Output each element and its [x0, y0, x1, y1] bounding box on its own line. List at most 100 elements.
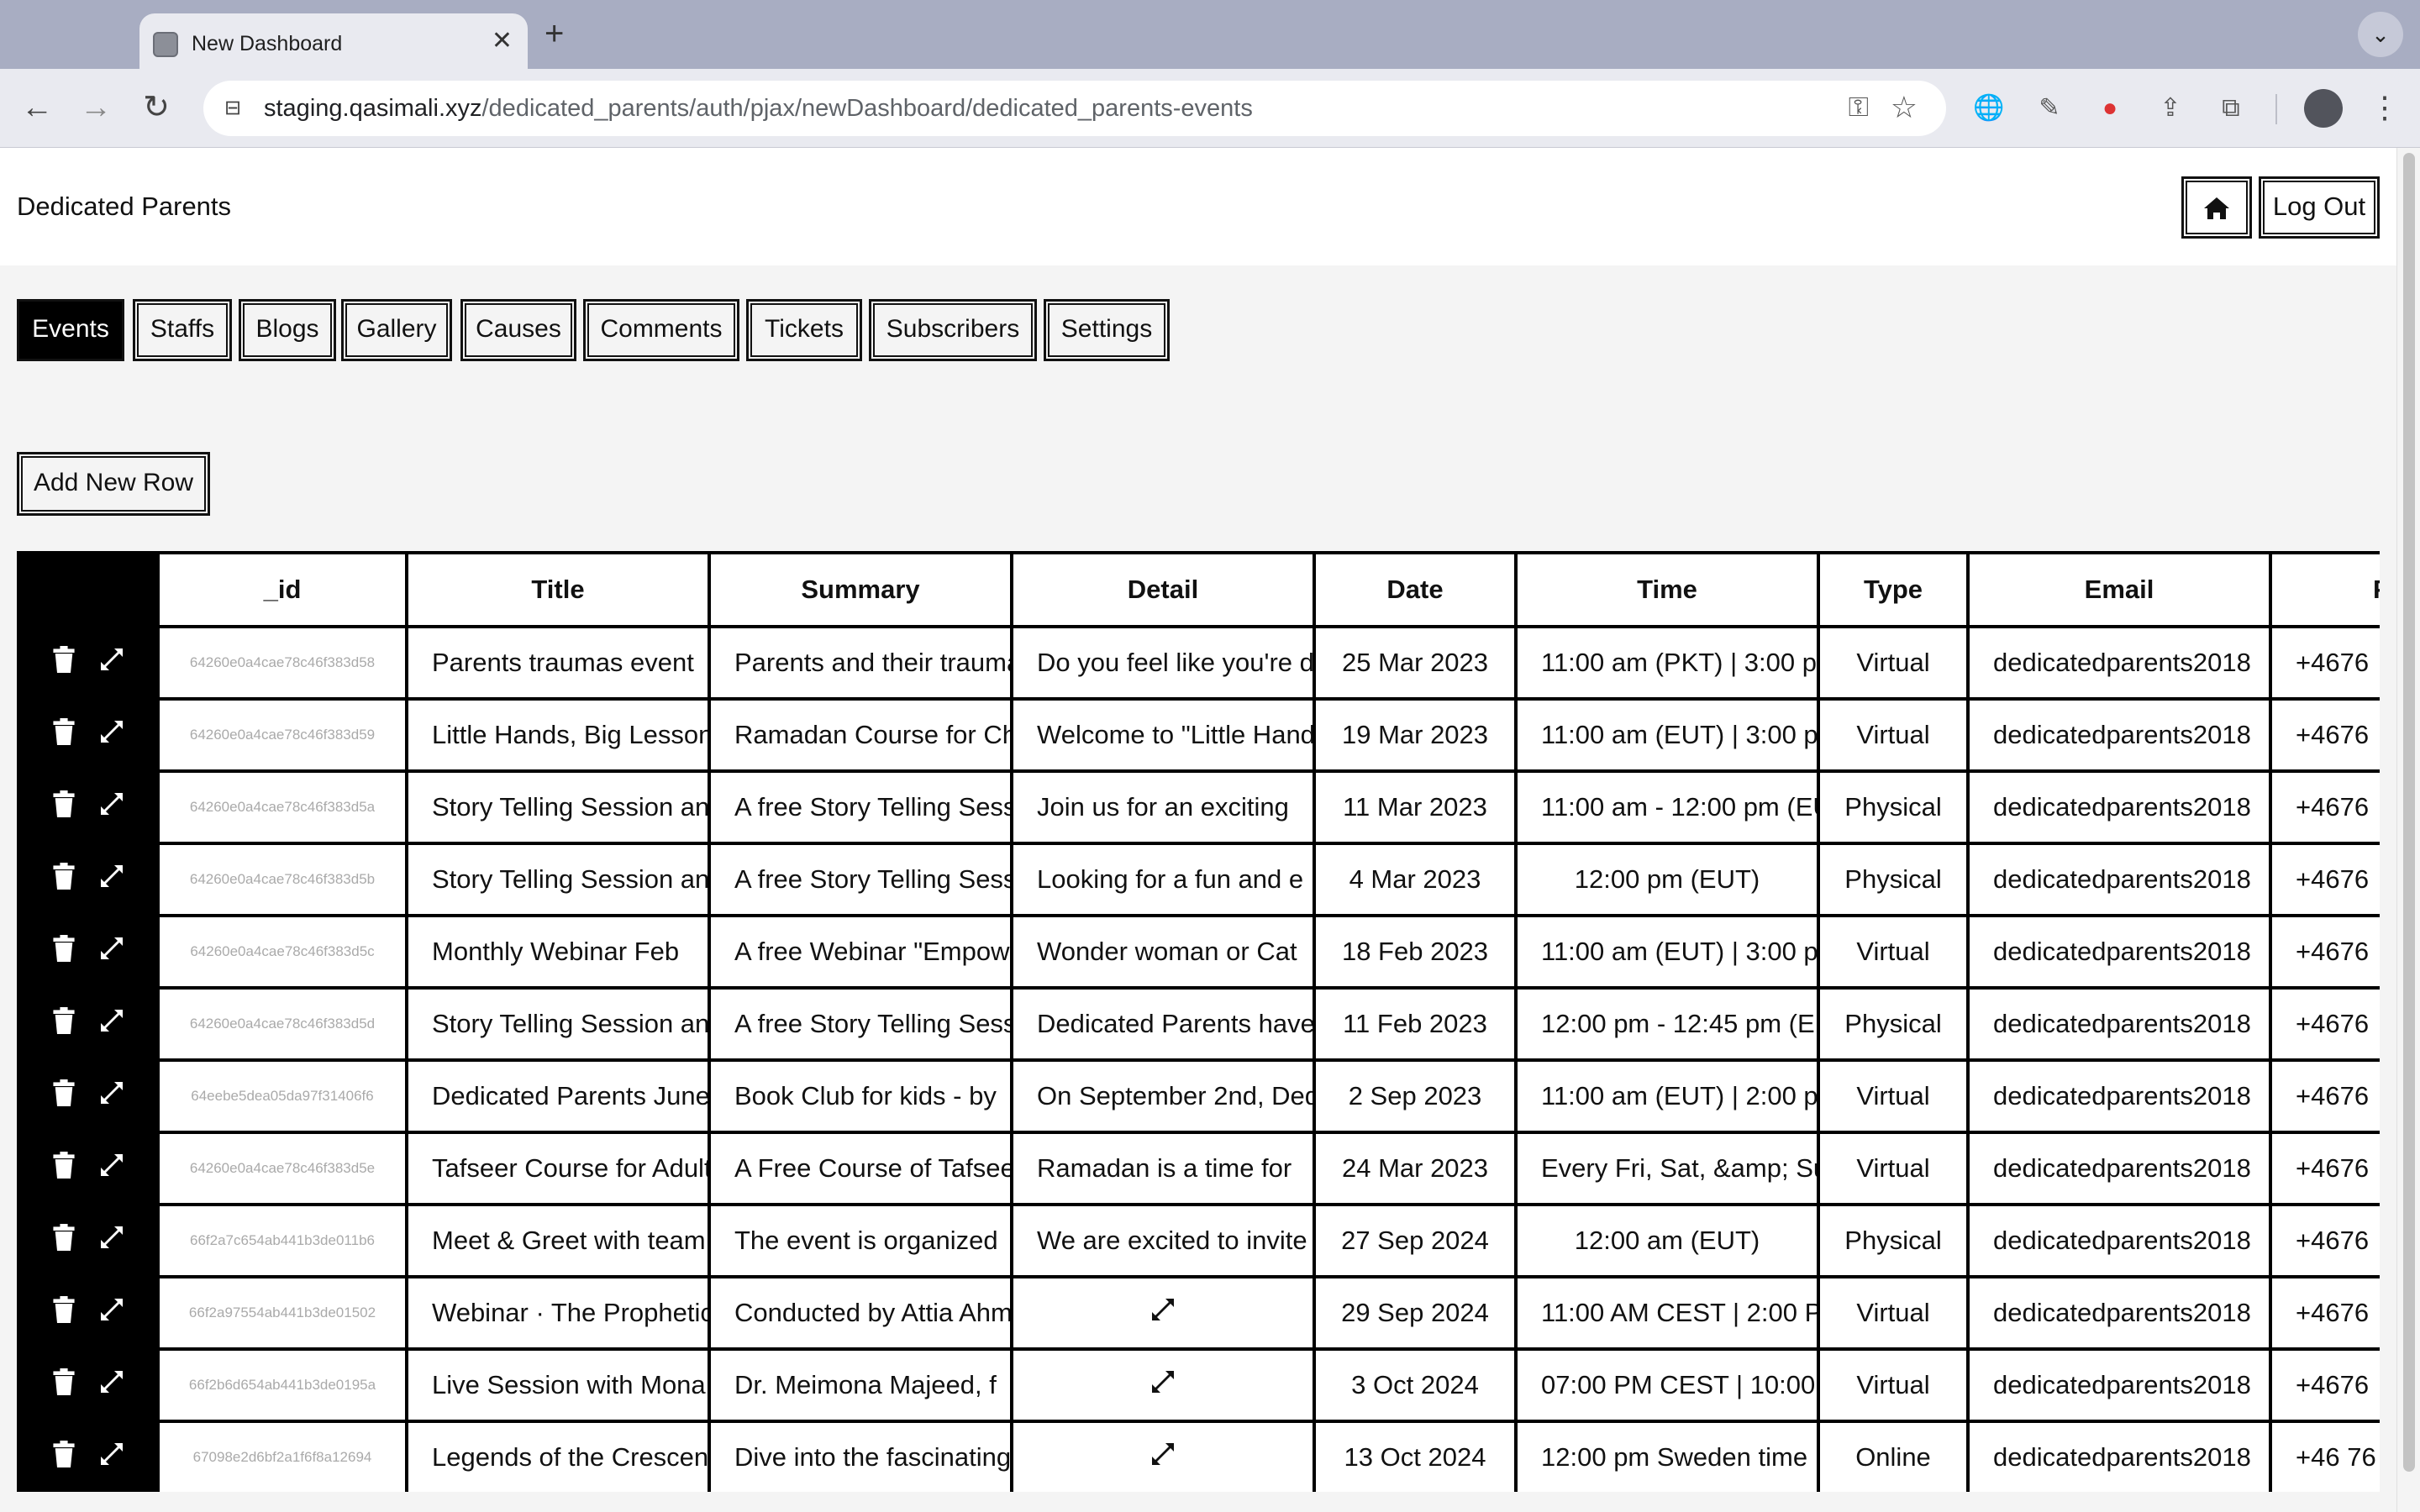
cell-title[interactable]: Monthly Webinar Feb [405, 914, 711, 990]
cell-detail[interactable]: Dedicated Parents have [1010, 986, 1316, 1062]
cell-id[interactable]: 64eebe5dea05da97f31406f6 [156, 1058, 408, 1134]
column-header-title[interactable]: Title [405, 551, 711, 628]
cell-summary[interactable]: Dr. Meimona Majeed, f [708, 1347, 1013, 1423]
cell-detail[interactable]: Join us for an exciting [1010, 769, 1316, 845]
cell-title[interactable]: Story Telling Session and [405, 769, 711, 845]
cell-time[interactable]: 12:00 pm (EUT) [1514, 842, 1820, 917]
cell-summary[interactable]: Ramadan Course for Children [708, 697, 1013, 773]
cell-summary[interactable]: The event is organized [708, 1203, 1013, 1278]
expand-row-icon[interactable] [98, 1368, 125, 1402]
cell-email[interactable]: dedicatedparents2018 [1966, 986, 2272, 1062]
cell-phone[interactable]: +4676 [2269, 842, 2380, 917]
delete-icon[interactable] [51, 1368, 76, 1402]
cell-detail[interactable]: We are excited to invite [1010, 1203, 1316, 1278]
cell-summary[interactable]: A free Story Telling Session [708, 769, 1013, 845]
cell-detail[interactable]: Wonder woman or Cat [1010, 914, 1316, 990]
expand-row-icon[interactable] [98, 935, 125, 969]
cell-phone[interactable]: +4676 [2269, 769, 2380, 845]
cell-date[interactable]: 29 Sep 2024 [1313, 1275, 1518, 1351]
cell-email[interactable]: dedicatedparents2018 [1966, 697, 2272, 773]
cell-type[interactable]: Virtual [1817, 625, 1970, 701]
delete-icon[interactable] [51, 646, 76, 680]
expand-row-icon[interactable] [98, 1296, 125, 1330]
extensions-puzzle-icon[interactable]: ⧉ [2215, 92, 2247, 124]
cell-title[interactable]: Little Hands, Big Lessons [405, 697, 711, 773]
table-row[interactable]: 64260e0a4cae78c46f383d58 Parents traumas … [17, 625, 2380, 701]
table-row[interactable]: 64260e0a4cae78c46f383d5c Monthly Webinar … [17, 914, 2380, 990]
new-tab-button[interactable]: + [544, 13, 564, 54]
pen-extension-icon[interactable]: ✎ [2033, 92, 2065, 124]
scrollbar-thumb[interactable] [2403, 153, 2415, 1472]
cell-phone[interactable]: +4676 [2269, 1203, 2380, 1278]
column-header-email[interactable]: Email [1966, 551, 2272, 628]
cell-date[interactable]: 3 Oct 2024 [1313, 1347, 1518, 1423]
cell-time[interactable]: 11:00 am (EUT) | 3:00 pm [1514, 697, 1820, 773]
cell-detail[interactable] [1010, 1275, 1316, 1351]
table-row[interactable]: 67098e2d6bf2a1f6f8a12694 Legends of the C… [17, 1420, 2380, 1492]
cell-id[interactable]: 64260e0a4cae78c46f383d5c [156, 914, 408, 990]
delete-icon[interactable] [51, 1224, 76, 1257]
cell-summary[interactable]: Parents and their traumas [708, 625, 1013, 701]
cell-phone[interactable]: +4676 [2269, 625, 2380, 701]
cell-title[interactable]: Live Session with Mona [405, 1347, 711, 1423]
cell-date[interactable]: 13 Oct 2024 [1313, 1420, 1518, 1492]
cell-title[interactable]: Meet & Greet with team [405, 1203, 711, 1278]
table-row[interactable]: 64eebe5dea05da97f31406f6 Dedicated Parent… [17, 1058, 2380, 1134]
table-row[interactable]: 64260e0a4cae78c46f383d5b Story Telling Se… [17, 842, 2380, 917]
column-header-p[interactable]: P [2269, 551, 2380, 628]
url-text[interactable]: staging.qasimali.xyz/dedicated_parents/a… [264, 95, 1253, 123]
table-row[interactable]: 64260e0a4cae78c46f383d5d Story Telling Se… [17, 986, 2380, 1062]
cell-type[interactable]: Virtual [1817, 1347, 1970, 1423]
cell-type[interactable]: Virtual [1817, 1131, 1970, 1206]
expand-detail-icon[interactable] [1150, 1441, 1176, 1474]
delete-icon[interactable] [51, 1079, 76, 1113]
tab-causes[interactable]: Causes [460, 299, 576, 361]
table-row[interactable]: 64260e0a4cae78c46f383d5e Tafseer Course f… [17, 1131, 2380, 1206]
tab-events[interactable]: Events [17, 299, 124, 361]
cell-time[interactable]: 12:00 pm Sweden time [1514, 1420, 1820, 1492]
delete-icon[interactable] [51, 1441, 76, 1474]
cell-type[interactable]: Physical [1817, 1203, 1970, 1278]
cell-date[interactable]: 2 Sep 2023 [1313, 1058, 1518, 1134]
cell-date[interactable]: 11 Mar 2023 [1313, 769, 1518, 845]
cell-date[interactable]: 11 Feb 2023 [1313, 986, 1518, 1062]
expand-row-icon[interactable] [98, 1152, 125, 1185]
cell-type[interactable]: Virtual [1817, 697, 1970, 773]
profile-avatar[interactable] [2304, 89, 2343, 128]
bookmark-star-icon[interactable]: ☆ [1891, 90, 1918, 125]
column-header-id[interactable]: _id [156, 551, 408, 628]
expand-row-icon[interactable] [98, 1079, 125, 1113]
expand-row-icon[interactable] [98, 863, 125, 896]
cell-phone[interactable]: +4676 [2269, 1275, 2380, 1351]
cell-email[interactable]: dedicatedparents2018 [1966, 1131, 2272, 1206]
delete-icon[interactable] [51, 1152, 76, 1185]
cell-time[interactable]: Every Fri, Sat, &amp; Sun [1514, 1131, 1820, 1206]
tab-list-button[interactable]: ⌄ [2358, 12, 2403, 57]
cell-email[interactable]: dedicatedparents2018 [1966, 842, 2272, 917]
cell-phone[interactable]: +46 76 [2269, 1420, 2380, 1492]
site-info-icon[interactable]: ⊟ [218, 95, 247, 122]
cell-date[interactable]: 27 Sep 2024 [1313, 1203, 1518, 1278]
column-header-time[interactable]: Time [1514, 551, 1820, 628]
cell-time[interactable]: 12:00 pm - 12:45 pm (EUT) [1514, 986, 1820, 1062]
cell-phone[interactable]: +4676 [2269, 986, 2380, 1062]
tab-blogs[interactable]: Blogs [239, 299, 336, 361]
cell-id[interactable]: 64260e0a4cae78c46f383d5a [156, 769, 408, 845]
password-key-icon[interactable]: ⚿ [1849, 92, 1869, 123]
cell-phone[interactable]: +4676 [2269, 914, 2380, 990]
cell-type[interactable]: Virtual [1817, 1275, 1970, 1351]
expand-row-icon[interactable] [98, 1441, 125, 1474]
cell-id[interactable]: 64260e0a4cae78c46f383d59 [156, 697, 408, 773]
cell-id[interactable]: 64260e0a4cae78c46f383d5e [156, 1131, 408, 1206]
cell-type[interactable]: Virtual [1817, 914, 1970, 990]
translate-extension-icon[interactable]: 🌐 [1973, 92, 2005, 124]
table-row[interactable]: 64260e0a4cae78c46f383d59 Little Hands, Bi… [17, 697, 2380, 773]
cell-id[interactable]: 67098e2d6bf2a1f6f8a12694 [156, 1420, 408, 1492]
cell-email[interactable]: dedicatedparents2018 [1966, 1058, 2272, 1134]
expand-detail-icon[interactable] [1150, 1368, 1176, 1402]
cell-email[interactable]: dedicatedparents2018 [1966, 914, 2272, 990]
cell-date[interactable]: 25 Mar 2023 [1313, 625, 1518, 701]
cell-type[interactable]: Physical [1817, 842, 1970, 917]
cell-detail[interactable]: Do you feel like you're d [1010, 625, 1316, 701]
cell-email[interactable]: dedicatedparents2018 [1966, 1347, 2272, 1423]
